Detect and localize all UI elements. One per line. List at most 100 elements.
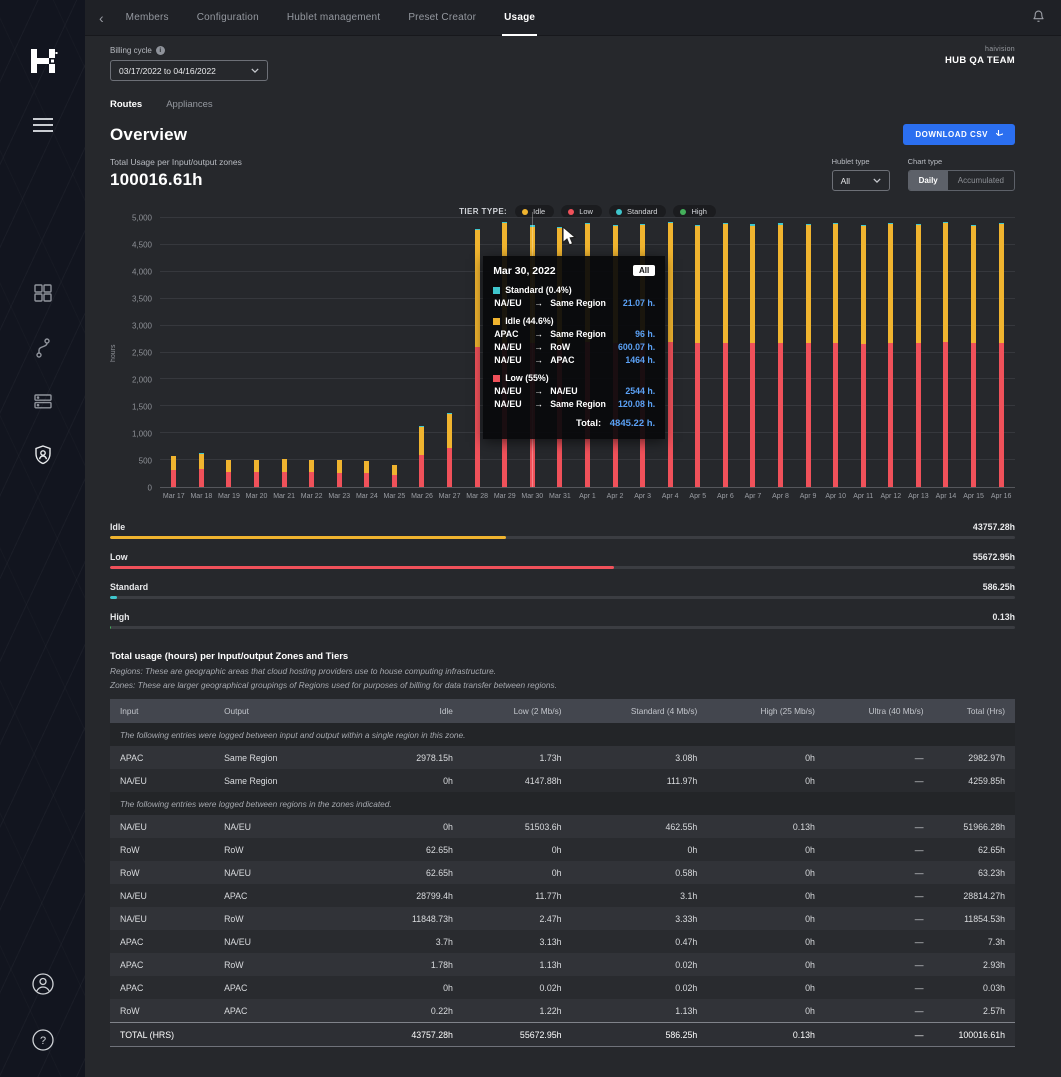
usage-table-body: The following entries were logged betwee… [110, 723, 1015, 1047]
chart-plot[interactable]: Mar 30, 2022 All Standard (0.4%)NA/EU→Sa… [160, 218, 1015, 488]
bar-slot-mar-20[interactable] [243, 218, 271, 487]
cell-idle: 2978.15h [359, 746, 463, 769]
bar-slot-apr-7[interactable] [739, 218, 767, 487]
x-tick-label: Apr 12 [877, 493, 905, 500]
bar-slot-mar-26[interactable] [408, 218, 436, 487]
stacked-bar [943, 222, 948, 487]
topbar-tabs: Members Configuration Hublet management Pre… [126, 0, 535, 36]
chart-type-control: Chart type Daily Accumulated [908, 157, 1015, 191]
bar-slot-apr-10[interactable] [822, 218, 850, 487]
bar-slot-mar-18[interactable] [188, 218, 216, 487]
menu-icon[interactable] [33, 118, 53, 132]
shield-user-icon[interactable] [34, 445, 52, 465]
bar-slot-apr-9[interactable] [794, 218, 822, 487]
bar-slot-apr-16[interactable] [987, 218, 1015, 487]
table-row: RoWRoW62.65h0h0h0h—62.65h [110, 838, 1015, 861]
bar-slot-mar-27[interactable] [436, 218, 464, 487]
billing-cycle-select[interactable]: 03/17/2022 to 04/16/2022 [110, 60, 268, 81]
table-row: NA/EUNA/EU0h51503.6h462.55h0.13h—51966.2… [110, 815, 1015, 838]
sidebar-nav [34, 284, 52, 465]
tab-preset-creator[interactable]: Preset Creator [408, 0, 476, 36]
tab-routes[interactable]: Routes [110, 99, 142, 110]
route-to: Same Region [550, 298, 623, 308]
help-icon[interactable]: ? [32, 1029, 54, 1051]
download-csv-button[interactable]: DOWNLOAD CSV [903, 124, 1015, 145]
cell-total-hrs-: 0.03h [934, 976, 1016, 999]
tab-configuration[interactable]: Configuration [197, 0, 259, 36]
bar-slot-mar-25[interactable] [381, 218, 409, 487]
arrow-right-icon: → [534, 298, 550, 308]
tab-members[interactable]: Members [126, 0, 169, 36]
cell-ultra-40-mb-s-: — [825, 746, 934, 769]
bar-slot-apr-6[interactable] [712, 218, 740, 487]
bar-slot-mar-21[interactable] [270, 218, 298, 487]
cell-low-2-mb-s-: 55672.95h [463, 1023, 572, 1047]
tier-hours: 43757.28h [973, 522, 1015, 532]
tier-summary-head: High0.13h [110, 612, 1015, 622]
tooltip-sections: Standard (0.4%)NA/EU→Same Region21.07 h.… [493, 285, 655, 409]
bar-slot-mar-17[interactable] [160, 218, 188, 487]
bar-slot-apr-12[interactable] [877, 218, 905, 487]
account-icon[interactable] [32, 973, 54, 995]
cell-ultra-40-mb-s-: — [825, 838, 934, 861]
info-icon[interactable] [156, 46, 165, 55]
bar-segment-idle [861, 226, 866, 344]
haivision-logo[interactable] [28, 46, 58, 76]
x-tick-label: Mar 29 [491, 493, 519, 500]
bar-slot-apr-14[interactable] [932, 218, 960, 487]
cell-ultra-40-mb-s-: — [825, 953, 934, 976]
appliances-icon[interactable] [34, 394, 52, 409]
bar-slot-apr-15[interactable] [960, 218, 988, 487]
legend-dot-high [680, 209, 686, 215]
y-tick-label: 3,000 [132, 322, 152, 331]
bar-segment-idle [833, 224, 838, 343]
bar-slot-apr-8[interactable] [767, 218, 795, 487]
bar-slot-mar-19[interactable] [215, 218, 243, 487]
tier-name: Low [110, 552, 128, 562]
legend-label: High [691, 207, 706, 216]
cell-total-hrs-: 28814.27h [934, 884, 1016, 907]
bar-segment-low [199, 469, 204, 487]
billing-cycle-label: Billing cycle [110, 46, 152, 55]
bar-slot-apr-11[interactable] [849, 218, 877, 487]
tier-progress-fill [110, 626, 111, 629]
tier-hours: 0.13h [993, 612, 1016, 622]
tab-usage[interactable]: Usage [504, 0, 535, 36]
col-header-input: Input [110, 699, 214, 723]
notifications-bell-icon[interactable] [1032, 9, 1045, 27]
toggle-accumulated[interactable]: Accumulated [948, 171, 1014, 190]
stacked-bar [668, 222, 673, 487]
bar-slot-mar-22[interactable] [298, 218, 326, 487]
main-panel: ‹ Members Configuration Hublet management P… [85, 0, 1061, 1077]
bar-segment-idle [226, 460, 231, 472]
bar-segment-idle [999, 224, 1004, 343]
bar-slot-apr-5[interactable] [684, 218, 712, 487]
bar-slot-apr-13[interactable] [905, 218, 933, 487]
toggle-daily[interactable]: Daily [909, 171, 948, 190]
tooltip-section-label: Low (55%) [505, 373, 549, 383]
tooltip-total: Total: 4845.22 h. [493, 418, 655, 429]
x-tick-label: Mar 31 [546, 493, 574, 500]
bar-segment-idle [888, 224, 893, 343]
bar-segment-idle [778, 225, 783, 343]
back-chevron-icon[interactable]: ‹ [99, 0, 104, 36]
cell-high-25-mb-s-: 0h [707, 999, 825, 1023]
tooltip-route-row: NA/EU→Same Region120.08 h. [493, 399, 655, 409]
bar-slot-mar-23[interactable] [325, 218, 353, 487]
hublet-type-select[interactable]: All [832, 170, 890, 191]
x-tick-label: Apr 8 [767, 493, 795, 500]
tab-appliances[interactable]: Appliances [166, 99, 212, 110]
stacked-bar [888, 223, 893, 487]
tier-hours: 55672.95h [973, 552, 1015, 562]
cell-idle: 0.22h [359, 999, 463, 1023]
dashboard-icon[interactable] [34, 284, 52, 302]
tab-hublet-management[interactable]: Hublet management [287, 0, 380, 36]
tooltip-section-title: Idle (44.6%) [493, 316, 655, 326]
routes-icon[interactable] [35, 338, 51, 358]
billing-cycle-field: Billing cycle 03/17/2022 to 04/16/2022 [110, 46, 268, 81]
bar-slot-mar-24[interactable] [353, 218, 381, 487]
x-tick-label: Apr 10 [822, 493, 850, 500]
stacked-bar [337, 460, 342, 487]
bar-segment-idle [282, 459, 287, 472]
bar-segment-low [943, 342, 948, 487]
